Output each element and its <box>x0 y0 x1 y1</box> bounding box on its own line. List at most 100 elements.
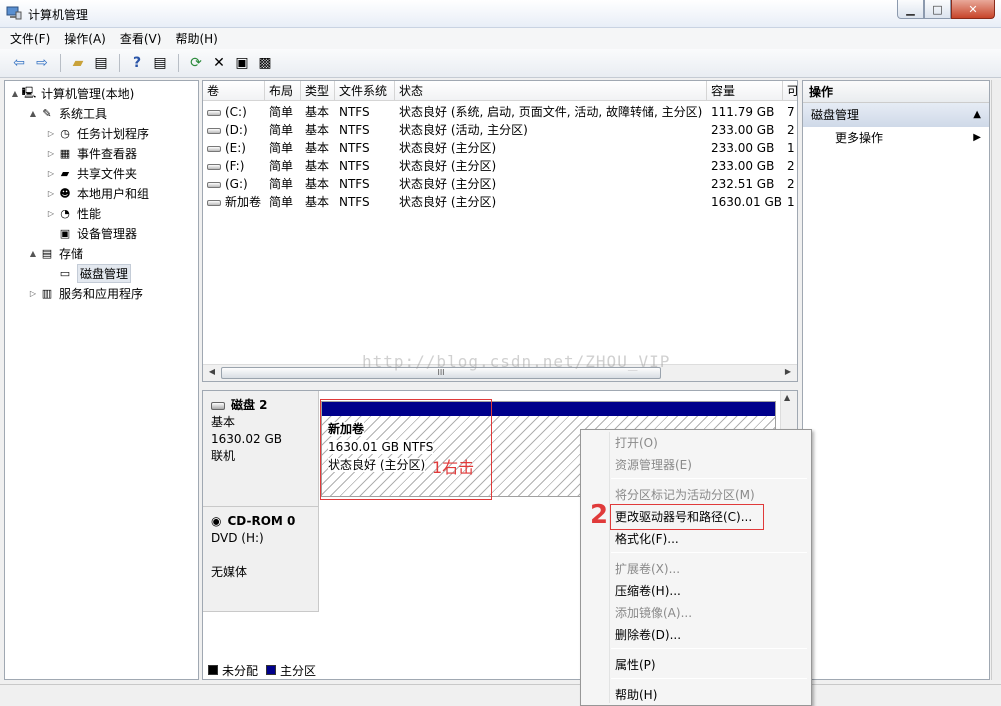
col-capacity[interactable]: 容量 <box>707 81 783 101</box>
right-edge-scrollbar[interactable] <box>991 80 1001 680</box>
menu-bar: 文件(F) 操作(A) 查看(V) 帮助(H) <box>0 28 1001 49</box>
table-row[interactable]: (G:) 简单 基本 NTFS 状态良好 (主分区) 232.51 GB 2 <box>203 175 797 193</box>
back-button[interactable]: ⇦ <box>8 52 30 74</box>
expanded-arrow-icon[interactable]: ▲ <box>27 109 39 118</box>
tree-item[interactable]: ▷ ▰ 共享文件夹 <box>45 163 137 183</box>
tree-item[interactable]: ▲ ✎ 系统工具 <box>27 103 107 123</box>
scroll-up-icon[interactable]: ▲ <box>784 393 790 402</box>
device-icon: ▣ <box>59 226 71 240</box>
col-free[interactable]: 可 <box>783 81 797 101</box>
forward-button[interactable]: ⇨ <box>31 52 53 74</box>
tree-item[interactable]: ▷ ▦ 事件查看器 <box>45 143 137 163</box>
tree-item[interactable]: ▷ ☻ 本地用户和组 <box>45 183 149 203</box>
tree-item[interactable]: ▲ 🖳 计算机管理(本地) <box>9 83 134 103</box>
tree-item[interactable]: ▷ ◷ 任务计划程序 <box>45 123 149 143</box>
ctx-help-item[interactable]: 帮助(H) <box>615 684 657 706</box>
tree-item[interactable]: ▲ ▤ 存储 <box>27 243 83 263</box>
table-row[interactable]: (C:) 简单 基本 NTFS 状态良好 (系统, 启动, 页面文件, 活动, 故障转储… <box>203 103 797 121</box>
legend-unallocated-label: 未分配 <box>222 663 259 678</box>
menu-help[interactable]: 帮助(H) <box>175 30 217 47</box>
collapsed-arrow-icon[interactable]: ▷ <box>45 149 57 158</box>
close-button[interactable]: ✕ <box>951 0 995 19</box>
tree-item[interactable]: ▭ 磁盘管理 <box>45 263 132 283</box>
table-row[interactable]: (D:) 简单 基本 NTFS 状态良好 (活动, 主分区) 233.00 GB 2 <box>203 121 797 139</box>
scroll-left-icon[interactable]: ◀ <box>205 367 219 379</box>
show-hide-action-pane-button[interactable]: ▤ <box>149 52 171 74</box>
up-level-button[interactable]: ▰ <box>67 52 89 74</box>
disk-icon <box>211 401 225 410</box>
cdrom-info[interactable]: ◉ CD-ROM 0 DVD (H:) 无媒体 <box>203 507 319 612</box>
tree-item[interactable]: ▷ ▥ 服务和应用程序 <box>27 283 143 303</box>
title-bar[interactable]: 计算机管理 ▁ □ ✕ <box>0 0 1001 28</box>
menu-view[interactable]: 查看(V) <box>120 30 162 47</box>
expanded-arrow-icon[interactable]: ▲ <box>9 89 21 98</box>
ctx-format-item[interactable]: 格式化(F)... <box>615 528 679 550</box>
tree-item-label: 事件查看器 <box>77 146 138 161</box>
volume-list: 卷 布局 类型 文件系统 状态 容量 可 (C:) 简单 基本 NTFS 状态良好 (系… <box>202 80 798 382</box>
rescan-button[interactable]: ▩ <box>254 52 276 74</box>
table-row[interactable]: (E:) 简单 基本 NTFS 状态良好 (主分区) 233.00 GB 1 <box>203 139 797 157</box>
col-volume[interactable]: 卷 <box>203 81 265 101</box>
storage-icon: ▤ <box>41 246 53 260</box>
type-cell: 基本 <box>305 105 330 119</box>
col-layout[interactable]: 布局 <box>265 81 301 101</box>
performance-icon: ◔ <box>60 206 70 220</box>
tree-item[interactable]: ▷ ◔ 性能 <box>45 203 101 223</box>
maximize-icon: □ <box>932 2 943 16</box>
filesystem-cell: NTFS <box>339 195 370 209</box>
collapsed-arrow-icon[interactable]: ▷ <box>45 209 57 218</box>
col-filesystem[interactable]: 文件系统 <box>335 81 395 101</box>
toolbar: ⇦ ⇨ ▰ ▤ ? ▤ ⟳ ✕ ▣ ▩ <box>0 49 1001 78</box>
disk2-state: 联机 <box>211 449 236 463</box>
ctx-shrink-item[interactable]: 压缩卷(H)... <box>615 580 681 602</box>
properties-button[interactable]: ▣ <box>231 52 253 74</box>
disk2-info[interactable]: 磁盘 2 基本 1630.02 GB 联机 <box>203 391 319 507</box>
col-status[interactable]: 状态 <box>395 81 707 101</box>
drive-icon <box>207 109 221 116</box>
expanded-arrow-icon[interactable]: ▲ <box>27 249 39 258</box>
maximize-button[interactable]: □ <box>924 0 951 19</box>
menu-separator <box>611 678 807 679</box>
type-cell: 基本 <box>305 195 330 209</box>
folder-up-icon: ▰ <box>72 55 84 71</box>
tree-item-label: 系统工具 <box>59 106 108 121</box>
more-actions-item[interactable]: 更多操作 ▶ <box>803 127 989 149</box>
capacity-cell: 111.79 GB <box>711 105 775 119</box>
cdrom-media: 无媒体 <box>211 565 248 579</box>
menu-file[interactable]: 文件(F) <box>10 30 50 47</box>
tree-item[interactable]: ▣ 设备管理器 <box>45 223 137 243</box>
collapsed-arrow-icon[interactable]: ▷ <box>45 129 57 138</box>
actions-section-label: 磁盘管理 <box>811 108 860 122</box>
capacity-cell: 233.00 GB <box>711 123 775 137</box>
tree-item-label: 本地用户和组 <box>77 186 150 201</box>
toolbar-separator <box>119 54 120 72</box>
cdrom-name: CD-ROM 0 <box>227 514 296 528</box>
volume-name: (F:) <box>225 159 245 173</box>
drive-icon <box>207 163 221 170</box>
filesystem-cell: NTFS <box>339 177 370 191</box>
col-type[interactable]: 类型 <box>301 81 335 101</box>
collapsed-arrow-icon[interactable]: ▷ <box>27 289 39 298</box>
volume-list-header: 卷 布局 类型 文件系统 状态 容量 可 <box>203 81 797 101</box>
tree-item-label: 任务计划程序 <box>77 126 150 141</box>
actions-section-disk-management[interactable]: 磁盘管理 ▲ <box>803 103 989 127</box>
tree-item-label: 服务和应用程序 <box>59 286 144 301</box>
help-button[interactable]: ? <box>126 52 148 74</box>
minimize-button[interactable]: ▁ <box>897 0 924 19</box>
scroll-right-icon[interactable]: ▶ <box>781 367 795 379</box>
refresh-icon: ⟳ <box>190 55 202 71</box>
show-hide-tree-button[interactable]: ▤ <box>90 52 112 74</box>
table-row[interactable]: (F:) 简单 基本 NTFS 状态良好 (主分区) 233.00 GB 2 <box>203 157 797 175</box>
ctx-delete-item[interactable]: 删除卷(D)... <box>615 624 681 646</box>
free-cell: 2 <box>787 177 795 191</box>
volume-name: (C:) <box>225 105 247 119</box>
collapsed-arrow-icon[interactable]: ▷ <box>45 169 57 178</box>
collapsed-arrow-icon[interactable]: ▷ <box>45 189 57 198</box>
refresh-button[interactable]: ⟳ <box>185 52 207 74</box>
actions-pane: 操作 磁盘管理 ▲ 更多操作 ▶ <box>802 80 990 680</box>
properties-icon: ▣ <box>235 55 249 71</box>
delete-button[interactable]: ✕ <box>208 52 230 74</box>
menu-action[interactable]: 操作(A) <box>64 30 106 47</box>
ctx-properties-item[interactable]: 属性(P) <box>615 654 656 676</box>
table-row[interactable]: 新加卷 简单 基本 NTFS 状态良好 (主分区) 1630.01 GB 1 <box>203 193 797 211</box>
